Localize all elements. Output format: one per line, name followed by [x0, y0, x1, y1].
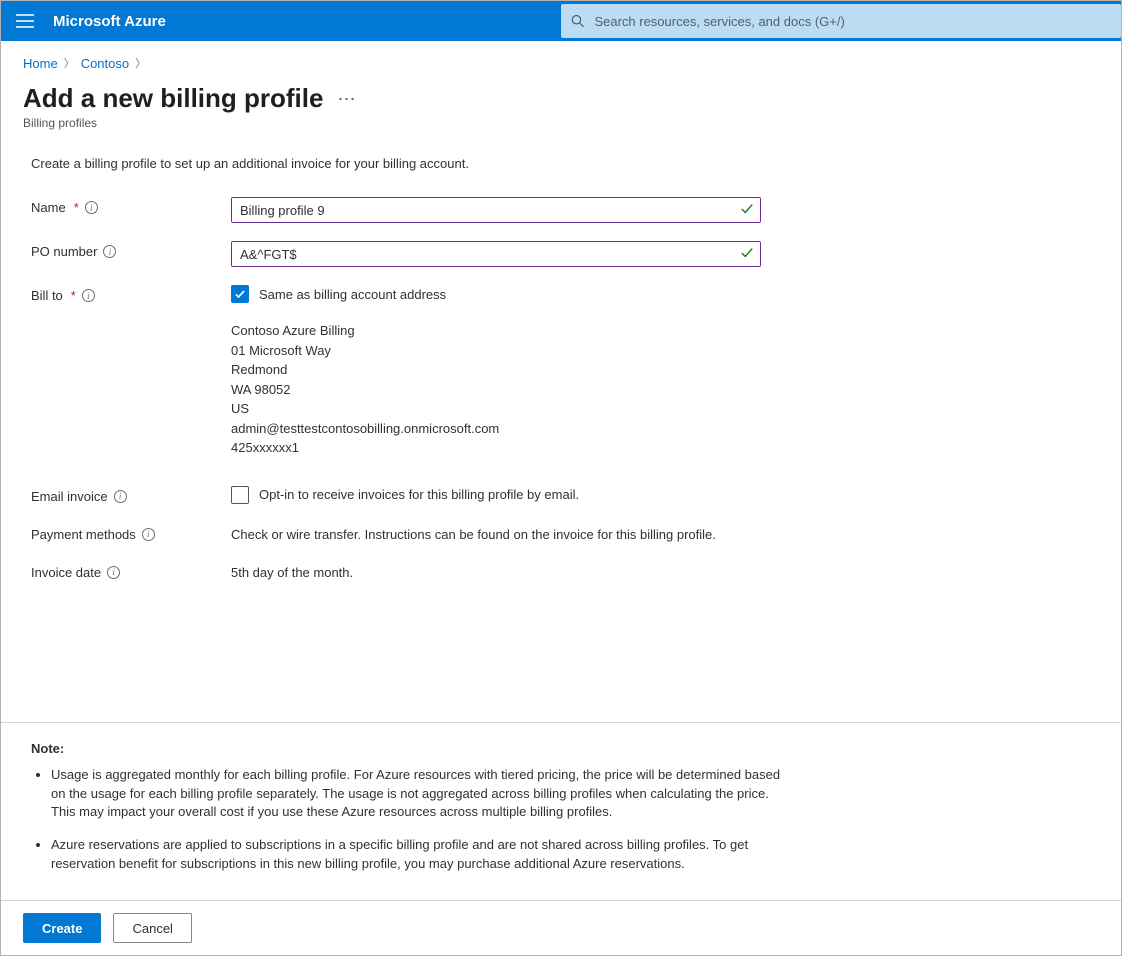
breadcrumb: Home 〉 Contoso 〉 [23, 55, 1099, 71]
chevron-right-icon: 〉 [64, 55, 75, 71]
email-invoice-label-text: Email invoice [31, 489, 108, 504]
field-payment-methods: Payment methods i Check or wire transfer… [31, 524, 1099, 542]
note-title: Note: [31, 741, 1091, 756]
more-actions-button[interactable]: ⋯ [337, 90, 356, 108]
same-address-checkbox-label: Same as billing account address [259, 287, 446, 302]
email-optin-checkbox-label: Opt-in to receive invoices for this bill… [259, 487, 579, 502]
footer: Create Cancel [1, 900, 1121, 955]
search-input[interactable] [592, 13, 1111, 30]
page-top: Home 〉 Contoso 〉 Add a new billing profi… [1, 41, 1121, 136]
address-line: US [231, 399, 761, 419]
info-icon[interactable]: i [82, 289, 95, 302]
address-line: admin@testtestcontosobilling.onmicrosoft… [231, 419, 761, 439]
field-po-number: PO number i [31, 241, 1099, 267]
po-label-text: PO number [31, 244, 97, 259]
info-icon[interactable]: i [85, 201, 98, 214]
field-email-invoice: Email invoice i Opt-in to receive invoic… [31, 486, 1099, 504]
field-name: Name * i [31, 197, 1099, 223]
invoice-date-label: Invoice date i [31, 562, 231, 580]
field-bill-to: Bill to * i Same as billing account addre… [31, 285, 1099, 458]
info-icon[interactable]: i [114, 490, 127, 503]
invoice-date-value: 5th day of the month. [231, 562, 353, 580]
checkmark-icon [234, 288, 246, 300]
required-marker: * [71, 288, 76, 303]
breadcrumb-contoso[interactable]: Contoso [81, 56, 129, 71]
invoice-date-label-text: Invoice date [31, 565, 101, 580]
note-item: Azure reservations are applied to subscr… [51, 836, 791, 874]
info-icon[interactable]: i [103, 245, 116, 258]
po-input[interactable] [231, 241, 761, 267]
search-icon [571, 14, 584, 28]
billto-label: Bill to * i [31, 285, 231, 303]
note-panel: Note: Usage is aggregated monthly for ea… [1, 722, 1121, 900]
billing-address: Contoso Azure Billing 01 Microsoft Way R… [231, 321, 761, 458]
page-title: Add a new billing profile [23, 83, 323, 114]
page-subtitle: Billing profiles [23, 116, 1099, 130]
breadcrumb-home[interactable]: Home [23, 56, 58, 71]
billto-label-text: Bill to [31, 288, 63, 303]
email-invoice-label: Email invoice i [31, 486, 231, 504]
hamburger-menu-button[interactable] [1, 1, 49, 41]
address-line: 01 Microsoft Way [231, 341, 761, 361]
form-area: Create a billing profile to set up an ad… [1, 136, 1121, 722]
global-search[interactable] [561, 4, 1121, 38]
name-input[interactable] [231, 197, 761, 223]
same-address-checkbox[interactable] [231, 285, 249, 303]
info-icon[interactable]: i [142, 528, 155, 541]
chevron-right-icon: 〉 [135, 55, 146, 71]
top-header: Microsoft Azure [1, 1, 1121, 41]
hamburger-icon [16, 14, 34, 28]
name-label: Name * i [31, 197, 231, 215]
address-line: Redmond [231, 360, 761, 380]
create-button[interactable]: Create [23, 913, 101, 943]
field-invoice-date: Invoice date i 5th day of the month. [31, 562, 1099, 580]
cancel-button[interactable]: Cancel [113, 913, 191, 943]
address-line: Contoso Azure Billing [231, 321, 761, 341]
name-label-text: Name [31, 200, 66, 215]
required-marker: * [74, 200, 79, 215]
intro-text: Create a billing profile to set up an ad… [31, 156, 1099, 171]
payment-methods-label: Payment methods i [31, 524, 231, 542]
info-icon[interactable]: i [107, 566, 120, 579]
note-item: Usage is aggregated monthly for each bil… [51, 766, 791, 823]
address-line: 425xxxxxx1 [231, 438, 761, 458]
payment-methods-label-text: Payment methods [31, 527, 136, 542]
po-label: PO number i [31, 241, 231, 259]
email-optin-checkbox[interactable] [231, 486, 249, 504]
address-line: WA 98052 [231, 380, 761, 400]
brand-label: Microsoft Azure [49, 13, 166, 30]
payment-methods-value: Check or wire transfer. Instructions can… [231, 524, 716, 542]
